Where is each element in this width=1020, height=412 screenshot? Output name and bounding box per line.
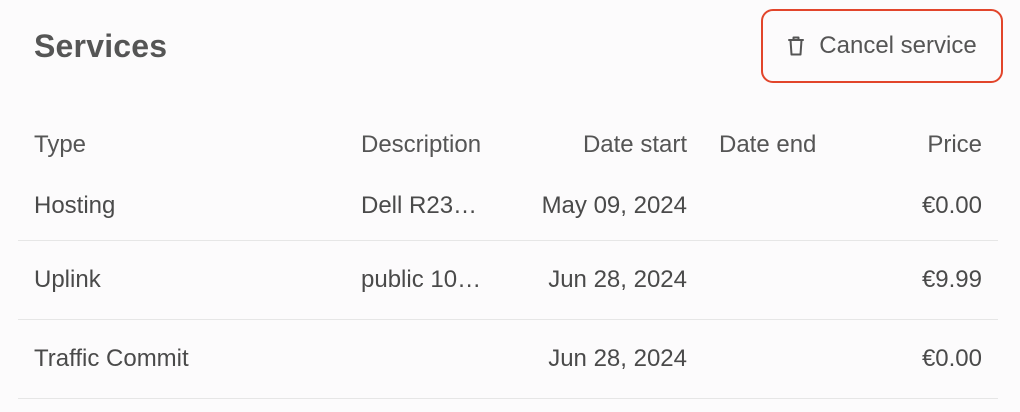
- cell-date-start: Jun 28, 2024: [500, 240, 703, 320]
- cancel-service-label: Cancel service: [819, 32, 977, 59]
- cell-date-end: [703, 240, 858, 320]
- trash-icon: [787, 35, 805, 57]
- column-header-type: Type: [34, 131, 87, 158]
- table-row[interactable]: Traffic Commit Jun 28, 2024 €0.00: [18, 319, 998, 399]
- cell-description: [345, 319, 500, 399]
- cell-price: €9.99: [858, 240, 998, 320]
- column-header-date-end: Date end: [719, 131, 817, 158]
- cell-date-start: Jun 28, 2024: [500, 319, 703, 399]
- services-panel: Services Cancel service Type Description…: [0, 0, 1020, 412]
- cell-date-start: May 09, 2024: [500, 172, 703, 241]
- services-table: Type Description Date start Date end Pri…: [18, 118, 998, 399]
- table-row[interactable]: Hosting Dell R230… May 09, 2024 €0.00: [18, 172, 998, 241]
- cancel-service-button[interactable]: Cancel service: [761, 9, 1003, 83]
- cell-date-end: [703, 172, 858, 241]
- cell-description: Dell R230…: [345, 172, 500, 241]
- cell-type: Traffic Commit: [18, 319, 345, 399]
- page-title: Services: [34, 28, 168, 64]
- column-header-price: Price: [927, 131, 982, 158]
- cell-price: €0.00: [858, 172, 998, 241]
- column-header-description: Description: [361, 131, 482, 158]
- cell-description: public 10…: [345, 240, 500, 320]
- cell-price: €0.00: [858, 319, 998, 399]
- table-row[interactable]: Uplink public 10… Jun 28, 2024 €9.99: [18, 240, 998, 320]
- column-header-date-start: Date start: [582, 131, 687, 158]
- cell-type: Uplink: [18, 240, 345, 320]
- cell-date-end: [703, 319, 858, 399]
- table-header-row: Type Description Date start Date end Pri…: [18, 118, 998, 172]
- cell-type: Hosting: [18, 172, 345, 241]
